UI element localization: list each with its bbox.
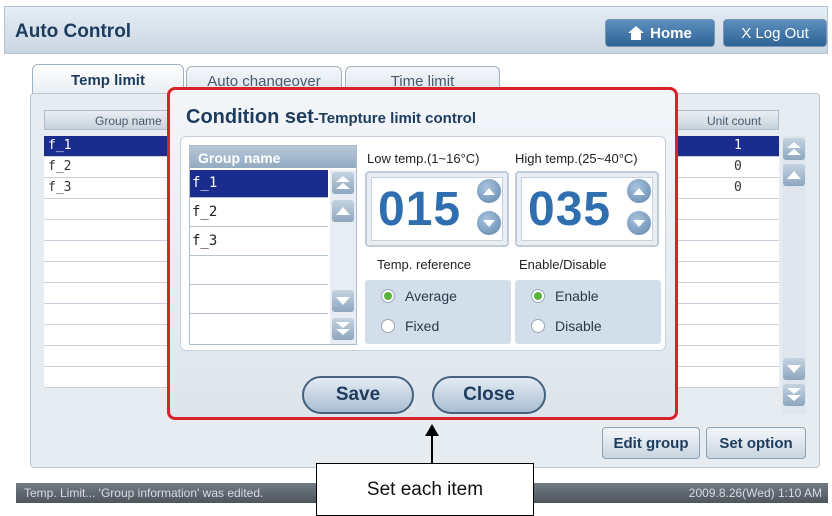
table-scrollbar[interactable] xyxy=(782,136,806,414)
radio-selected-icon xyxy=(531,289,545,303)
dialog-title-main: Condition set xyxy=(186,106,314,128)
row-unit-count: 0 xyxy=(734,180,742,195)
status-message: Temp. Limit... 'Group information' was e… xyxy=(24,486,264,500)
low-temp-box: 015 xyxy=(365,171,509,247)
radio-unselected-icon xyxy=(381,319,395,333)
group-list-item xyxy=(190,315,328,343)
row-group-name: f_1 xyxy=(48,138,72,153)
auto-control-screen: Auto Control Home X Log Out Temp limit A… xyxy=(0,0,832,516)
high-temp-down-button[interactable] xyxy=(627,211,651,235)
down-arrow-icon xyxy=(483,219,495,227)
group-list-scrollbar[interactable] xyxy=(330,170,356,344)
list-scroll-top-button[interactable] xyxy=(332,172,354,194)
radio-disable-label: Disable xyxy=(555,318,602,334)
scroll-down-button[interactable] xyxy=(783,358,805,380)
group-list-item[interactable]: f_1 xyxy=(190,170,328,198)
condition-set-dialog: Condition set-Tempture limit control Gro… xyxy=(167,87,678,420)
scroll-bottom-button[interactable] xyxy=(783,384,805,406)
group-list-item xyxy=(190,286,328,314)
row-group-name: f_2 xyxy=(48,159,72,174)
header-bar: Auto Control Home X Log Out xyxy=(4,6,828,54)
row-unit-count: 1 xyxy=(734,138,742,153)
dialog-title: Condition set-Tempture limit control xyxy=(186,106,476,129)
dialog-inner-panel: Group name f_1 f_2 f_3 Low temp.(1~16°C)… xyxy=(180,136,666,351)
tab-temp-limit[interactable]: Temp limit xyxy=(32,64,184,96)
up-arrow-icon xyxy=(633,187,645,195)
dialog-title-sub: -Tempture limit control xyxy=(313,110,476,127)
high-temp-label: High temp.(25~40°C) xyxy=(515,151,638,166)
down-arrow-icon xyxy=(633,219,645,227)
radio-average[interactable]: Average xyxy=(381,288,457,304)
scroll-up-button[interactable] xyxy=(783,164,805,186)
group-list-item[interactable]: f_2 xyxy=(190,199,328,227)
enable-disable-label: Enable/Disable xyxy=(519,257,607,272)
scroll-top-button[interactable] xyxy=(783,138,805,160)
callout-box: Set each item xyxy=(316,463,534,516)
double-down-icon xyxy=(336,322,350,336)
row-unit-count: 0 xyxy=(734,159,742,174)
radio-selected-icon xyxy=(381,289,395,303)
home-button[interactable]: Home xyxy=(605,19,715,47)
set-option-button[interactable]: Set option xyxy=(706,427,806,459)
high-temp-up-button[interactable] xyxy=(627,179,651,203)
radio-enable-label: Enable xyxy=(555,288,599,304)
callout-line xyxy=(431,434,433,464)
radio-fixed-label: Fixed xyxy=(405,318,440,334)
row-group-name: f_3 xyxy=(48,180,72,195)
group-list: Group name f_1 f_2 f_3 xyxy=(189,145,357,345)
save-button[interactable]: Save xyxy=(302,376,414,414)
down-arrow-icon xyxy=(336,297,350,305)
list-scroll-up-button[interactable] xyxy=(332,200,354,222)
home-icon xyxy=(628,26,645,40)
low-temp-down-button[interactable] xyxy=(477,211,501,235)
high-temp-value: 035 xyxy=(528,183,612,236)
up-arrow-icon xyxy=(787,171,801,179)
up-arrow-icon xyxy=(336,207,350,215)
temp-reference-label: Temp. reference xyxy=(377,257,471,272)
down-arrow-icon xyxy=(787,365,801,373)
group-list-header: Group name xyxy=(190,146,356,168)
radio-fixed[interactable]: Fixed xyxy=(381,318,439,334)
radio-unselected-icon xyxy=(531,319,545,333)
radio-enable[interactable]: Enable xyxy=(531,288,599,304)
logout-button[interactable]: X Log Out xyxy=(723,19,827,47)
group-list-item xyxy=(190,257,328,285)
high-temp-box: 035 xyxy=(515,171,659,247)
temp-reference-group: Average Fixed xyxy=(365,280,511,344)
double-up-icon xyxy=(336,176,350,190)
app-title: Auto Control xyxy=(15,21,132,42)
low-temp-value: 015 xyxy=(378,183,462,236)
group-list-item[interactable]: f_3 xyxy=(190,228,328,256)
double-up-icon xyxy=(787,142,801,156)
close-button[interactable]: Close xyxy=(432,376,546,414)
list-scroll-bottom-button[interactable] xyxy=(332,318,354,340)
radio-disable[interactable]: Disable xyxy=(531,318,602,334)
up-arrow-icon xyxy=(483,187,495,195)
home-button-label: Home xyxy=(650,24,692,42)
status-datetime: 2009.8.26(Wed) 1:10 AM xyxy=(688,486,822,500)
edit-group-button[interactable]: Edit group xyxy=(602,427,700,459)
column-header-unit-count: Unit count xyxy=(707,114,762,128)
double-down-icon xyxy=(787,388,801,402)
list-scroll-down-button[interactable] xyxy=(332,290,354,312)
enable-disable-group: Enable Disable xyxy=(515,280,661,344)
radio-average-label: Average xyxy=(405,288,457,304)
low-temp-label: Low temp.(1~16°C) xyxy=(367,151,480,166)
low-temp-up-button[interactable] xyxy=(477,179,501,203)
column-header-group: Group name xyxy=(95,114,162,128)
